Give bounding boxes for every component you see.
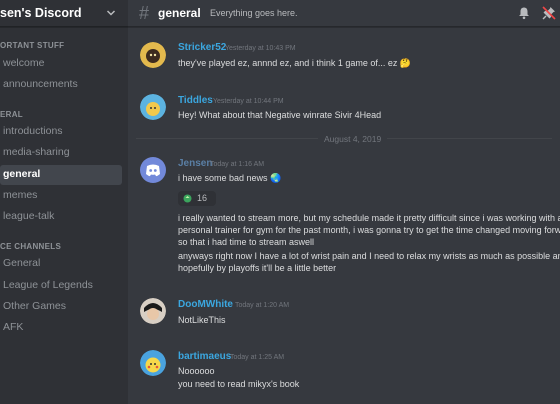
channel-announcements[interactable]: announcements <box>0 75 122 95</box>
avatar[interactable] <box>140 298 166 324</box>
channel-label: welcome <box>3 57 45 69</box>
bell-icon[interactable] <box>517 6 531 20</box>
channel-header: # general Everything goes here. <box>128 0 560 27</box>
message-text: Noooooo <box>178 366 215 376</box>
channel-introductions[interactable]: introductions <box>0 122 122 142</box>
channel-media-sharing[interactable]: media-sharing <box>0 143 122 163</box>
message-timestamp: Today at 1:20 AM <box>235 302 290 309</box>
avatar[interactable] <box>140 157 166 183</box>
avatar[interactable] <box>140 350 166 376</box>
message-author[interactable]: Jensen <box>178 158 212 169</box>
message-timestamp: Today at 1:25 AM <box>230 354 285 361</box>
channel-label: introductions <box>3 125 63 137</box>
channel-label: general <box>3 168 41 180</box>
message-author[interactable]: Tiddles <box>178 95 213 106</box>
message-text: i have some bad news 🌏 <box>178 173 282 183</box>
channel-sidebar: sen's Discord ORTANT STUFF welcome annou… <box>0 0 128 404</box>
message-text: they've played ez, annnd ez, and i think… <box>178 58 412 68</box>
channel-label: memes <box>3 189 38 201</box>
channel-label: Other Games <box>3 300 67 312</box>
message-timestamp: Yesterday at 10:44 PM <box>213 98 284 105</box>
channel-label: league-talk <box>3 210 55 222</box>
chevron-down-icon[interactable] <box>106 8 116 18</box>
avatar[interactable] <box>140 42 166 68</box>
voice-channel-general[interactable]: General <box>0 254 122 274</box>
message-text: NotLikeThis <box>178 315 226 325</box>
chat-area: # general Everything goes here. Stricker… <box>128 0 560 404</box>
message-timestamp: Yesterday at 10:43 PM <box>225 45 296 52</box>
channel-label: General <box>3 257 41 269</box>
date-divider: August 4, 2019 <box>318 134 388 144</box>
channel-general[interactable]: general <box>0 165 122 185</box>
discord-logo-icon <box>146 164 160 177</box>
message-author[interactable]: bartimaeus <box>178 351 231 362</box>
channel-topic: Everything goes here. <box>210 8 298 18</box>
voice-channel-league-of-legends[interactable]: League of Legends <box>0 276 122 296</box>
message-text: Hey! What about that Negative winrate Si… <box>178 110 382 120</box>
channel-league-talk[interactable]: league-talk <box>0 207 122 227</box>
message-text: personal trainer for gym for the past mo… <box>178 225 560 235</box>
category-important-stuff[interactable]: ORTANT STUFF <box>0 41 64 50</box>
reaction-emoji-icon <box>183 194 192 203</box>
channel-label: media-sharing <box>3 146 70 158</box>
message-author[interactable]: Stricker52 <box>178 42 226 53</box>
voice-channel-afk[interactable]: AFK <box>0 318 122 338</box>
server-header[interactable]: sen's Discord <box>0 0 128 27</box>
hash-icon: # <box>139 3 150 23</box>
server-name: sen's Discord <box>0 6 82 20</box>
voice-channel-other-games[interactable]: Other Games <box>0 297 122 317</box>
message-text: you need to read mikyx's book <box>178 379 300 389</box>
avatar[interactable] <box>140 94 166 120</box>
channel-title: general <box>158 6 201 20</box>
message-author[interactable]: DooMWhite <box>178 299 233 310</box>
discord-window: sen's Discord ORTANT STUFF welcome annou… <box>0 0 560 404</box>
channel-memes[interactable]: memes <box>0 186 122 206</box>
message-text: so that i had time to stream aswell <box>178 237 315 247</box>
channel-label: announcements <box>3 78 78 90</box>
message-text: anyways right now I have a lot of wrist … <box>178 251 560 261</box>
pin-icon[interactable] <box>542 6 556 20</box>
channel-label: AFK <box>3 321 24 333</box>
reaction[interactable]: 16 <box>178 191 216 206</box>
reaction-count: 16 <box>197 193 208 203</box>
message-text: hopefully by playoffs it'll be a little … <box>178 263 337 273</box>
message-text: i really wanted to stream more, but my s… <box>178 213 560 223</box>
message-timestamp: Today at 1:16 AM <box>210 161 265 168</box>
channel-welcome[interactable]: welcome <box>0 54 122 74</box>
category-voice-channels[interactable]: CE CHANNELS <box>0 242 61 251</box>
channel-label: League of Legends <box>3 279 93 291</box>
category-general[interactable]: ERAL <box>0 110 23 119</box>
